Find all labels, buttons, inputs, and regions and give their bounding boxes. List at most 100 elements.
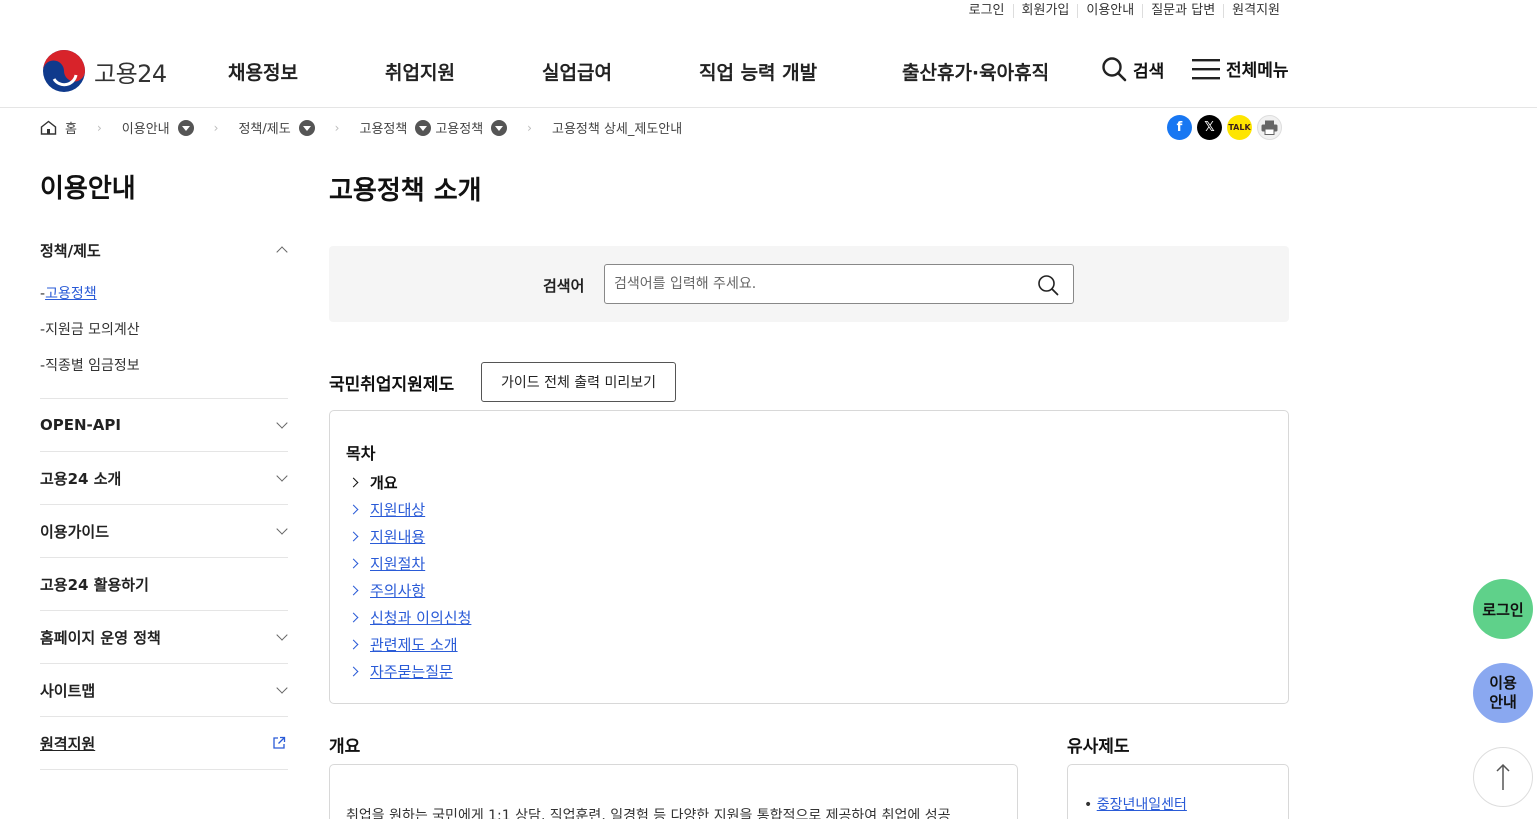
chevron-down-icon (276, 523, 288, 535)
lnb-group-header[interactable]: 정책/제도 (40, 224, 288, 276)
floating-guide-button[interactable]: 이용 안내 (1473, 663, 1533, 723)
dropdown-icon[interactable] (415, 119, 432, 136)
lnb-group-site-policy[interactable]: 홈페이지 운영 정책 (40, 611, 288, 664)
chevron-right-icon: › (96, 120, 102, 135)
lnb-sub-list: -고용정책 -지원금 모의계산 -직종별 임금정보 (40, 276, 288, 398)
chevron-right-icon (348, 558, 359, 569)
search-panel: 검색어 (329, 246, 1289, 322)
toc-item[interactable]: 신청과 이의신청 (348, 604, 472, 631)
toc-label: 자주묻는질문 (370, 663, 453, 681)
lnb-group-label: 정책/제도 (40, 241, 101, 260)
lnb-sub-item-employment-policy[interactable]: -고용정책 (40, 276, 288, 312)
lnb-group-usage-guide[interactable]: 이용가이드 (40, 505, 288, 558)
lnb-group-about[interactable]: 고용24 소개 (40, 452, 288, 505)
toc-label: 주의사항 (370, 582, 426, 600)
toc-item[interactable]: 지원대상 (348, 496, 471, 523)
toc-label: 관련제도 소개 (370, 636, 458, 654)
home-icon (40, 120, 57, 135)
toc-label: 개요 (370, 474, 398, 492)
dropdown-icon[interactable] (177, 119, 194, 136)
util-remote-link[interactable]: 원격지원 (1223, 4, 1288, 18)
floating-login-button[interactable]: 로그인 (1473, 579, 1533, 639)
toc-item[interactable]: 개요 (348, 469, 471, 496)
scroll-top-button[interactable] (1473, 747, 1533, 807)
nav-skill-development[interactable]: 직업 능력 개발 (699, 58, 902, 85)
lnb-group-openapi[interactable]: OPEN-API (40, 399, 288, 452)
crumb-employment-policy-2[interactable]: 고용정책 (435, 118, 483, 137)
arrow-up-icon (1496, 763, 1510, 790)
nav-parental-leave[interactable]: 출산휴가·육아휴직 (902, 58, 1049, 85)
crumb-employment-policy[interactable]: 고용정책 (359, 118, 407, 137)
utility-nav: 로그인 회원가입 이용안내 질문과 답변 원격지원 (961, 4, 1288, 18)
breadcrumb: 홈 › 이용안내 › 정책/제도 › 고용정책 고용정책 › 고용정책 상세_제… (40, 118, 682, 137)
similar-item-label: 중장년내일센터 (1096, 797, 1187, 813)
toc-label: 지원절차 (370, 555, 426, 573)
lnb-sub-label: 지원금 모의계산 (45, 322, 140, 338)
floating-guide-label-1: 이용 (1489, 674, 1517, 692)
chevron-down-icon (276, 629, 288, 641)
lnb-sub-item-subsidy-calc[interactable]: -지원금 모의계산 (40, 312, 288, 348)
table-of-contents: 목차 개요 지원대상 지원내용 지원절차 주의사항 신청과 이의신청 관련제도 … (329, 410, 1289, 704)
logo-text: 고용24 (94, 59, 167, 88)
nav-jobs[interactable]: 채용정보 (228, 58, 385, 85)
crumb-policy[interactable]: 정책/제도 (238, 118, 290, 137)
util-login-link[interactable]: 로그인 (961, 4, 1013, 18)
similar-title: 유사제도 (1067, 737, 1130, 757)
similar-item[interactable]: • 중장년내일센터 (1084, 794, 1187, 814)
crumb-home[interactable]: 홈 (65, 118, 77, 137)
all-menu-button[interactable]: 전체메뉴 (1192, 56, 1289, 81)
crumb-current: 고용정책 상세_제도안내 (551, 122, 683, 137)
section-title: 국민취업지원제도 (329, 375, 455, 395)
header-search-button[interactable]: 검색 (1101, 56, 1164, 82)
x-twitter-icon[interactable]: 𝕏 (1197, 115, 1222, 140)
chevron-down-icon (276, 682, 288, 694)
lnb-group-label: OPEN-API (40, 416, 121, 434)
print-icon[interactable] (1257, 115, 1282, 140)
chevron-right-icon (348, 504, 359, 515)
site-logo[interactable]: 고용24 (42, 49, 167, 93)
guide-print-preview-button[interactable]: 가이드 전체 출력 미리보기 (481, 362, 676, 402)
nav-employment-support[interactable]: 취업지원 (385, 58, 542, 85)
dropdown-icon[interactable] (298, 119, 315, 136)
lnb-sub-label: 직종별 임금정보 (45, 358, 140, 374)
util-qna-link[interactable]: 질문과 답변 (1142, 4, 1223, 18)
util-guide-link[interactable]: 이용안내 (1077, 4, 1142, 18)
search-icon[interactable] (1037, 274, 1059, 296)
main-nav: 채용정보 취업지원 실업급여 직업 능력 개발 출산휴가·육아휴직 (228, 58, 1049, 85)
toc-item[interactable]: 주의사항 (348, 577, 471, 604)
page-title: 고용정책 소개 (329, 176, 482, 206)
crumb-guide[interactable]: 이용안내 (122, 118, 170, 137)
toc-item[interactable]: 지원절차 (348, 550, 471, 577)
overview-title: 개요 (329, 737, 361, 757)
lnb-title: 이용안내 (40, 174, 136, 204)
nav-unemployment-benefit[interactable]: 실업급여 (542, 58, 699, 85)
kakaotalk-icon[interactable]: TALK (1227, 115, 1252, 140)
dropdown-icon[interactable] (491, 119, 508, 136)
header-search-label: 검색 (1133, 61, 1165, 82)
lnb-group-label: 원격지원 (40, 734, 96, 753)
floating-login-label: 로그인 (1482, 600, 1524, 619)
search-icon (1102, 57, 1127, 82)
taegeuk-logo-icon (43, 50, 85, 92)
search-input[interactable] (604, 264, 1074, 304)
chevron-right-icon: › (213, 120, 219, 135)
util-signup-link[interactable]: 회원가입 (1012, 4, 1078, 18)
toc-item[interactable]: 관련제도 소개 (348, 631, 471, 658)
lnb-sub-item-wage-info[interactable]: -직종별 임금정보 (40, 348, 288, 384)
lnb-group-label: 고용24 소개 (40, 469, 122, 488)
chevron-down-icon (276, 470, 288, 482)
share-buttons: f 𝕏 TALK (1167, 115, 1287, 140)
toc-label: 신청과 이의신청 (370, 609, 472, 627)
lnb-group-remote[interactable]: 원격지원 (40, 717, 288, 770)
lnb-group-sitemap[interactable]: 사이트맵 (40, 664, 288, 717)
lnb-group-label: 고용24 활용하기 (40, 575, 149, 594)
chevron-right-icon (348, 531, 359, 542)
toc-list: 개요 지원대상 지원내용 지원절차 주의사항 신청과 이의신청 관련제도 소개 … (348, 469, 472, 685)
header-divider (0, 107, 1537, 108)
toc-item[interactable]: 자주묻는질문 (348, 658, 471, 685)
lnb-group-utilize[interactable]: 고용24 활용하기 (40, 558, 288, 611)
external-link-icon (273, 736, 286, 749)
toc-item[interactable]: 지원내용 (348, 523, 471, 550)
facebook-icon[interactable]: f (1167, 115, 1192, 140)
chevron-right-icon (348, 666, 359, 677)
